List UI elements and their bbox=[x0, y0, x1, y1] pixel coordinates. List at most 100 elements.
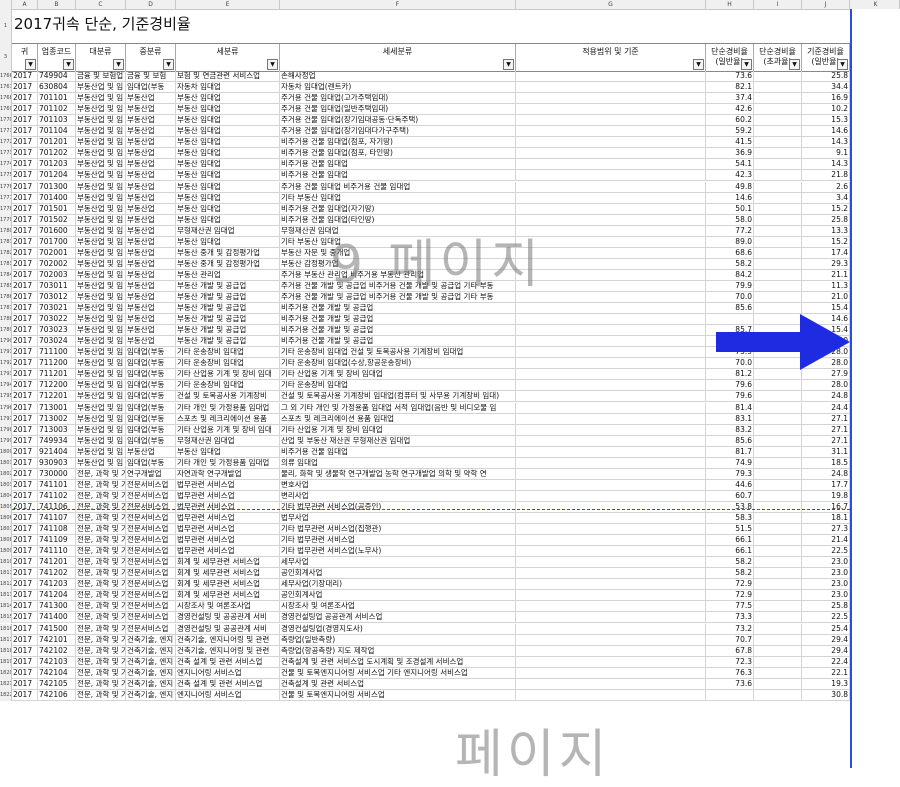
row-number[interactable]: 1812 bbox=[0, 579, 12, 590]
cell-b[interactable] bbox=[754, 612, 802, 622]
cell-minor[interactable]: 부동산 임대업 bbox=[176, 93, 280, 103]
cell-minor[interactable]: 부동산 개발 및 공급업 bbox=[176, 292, 280, 302]
cell-b[interactable] bbox=[754, 657, 802, 667]
cell-c[interactable]: 19.8 bbox=[802, 491, 850, 501]
cell-y[interactable]: 2017 bbox=[12, 535, 38, 545]
cell-scope[interactable] bbox=[516, 303, 706, 313]
cell-scope[interactable] bbox=[516, 568, 706, 578]
cell-c[interactable]: 30.8 bbox=[802, 690, 850, 700]
cell-scope[interactable] bbox=[516, 137, 706, 147]
cell-scope[interactable] bbox=[516, 380, 706, 390]
cell-minor[interactable]: 부동산 임대업 bbox=[176, 193, 280, 203]
cell-code[interactable]: 741107 bbox=[38, 513, 76, 523]
cell-middle[interactable]: 임대업(부동 bbox=[126, 347, 176, 357]
select-all-corner[interactable] bbox=[0, 0, 12, 9]
cell-middle[interactable]: 부동산업 bbox=[126, 314, 176, 324]
cell-y[interactable]: 2017 bbox=[12, 403, 38, 413]
sheet-title[interactable]: 2017귀속 단순, 기준경비율 bbox=[12, 9, 852, 39]
cell-y[interactable]: 2017 bbox=[12, 193, 38, 203]
cell-minor[interactable]: 회계 및 세무관련 서비스업 bbox=[176, 579, 280, 589]
cell-middle[interactable]: 건축기술, 엔지 bbox=[126, 668, 176, 678]
cell-c[interactable]: 16.7 bbox=[802, 502, 850, 512]
cell-middle[interactable]: 건축기술, 엔지 bbox=[126, 657, 176, 667]
cell-c[interactable]: 22.4 bbox=[802, 657, 850, 667]
cell-major[interactable]: 부동산업 및 임 bbox=[76, 259, 126, 269]
cell-c[interactable]: 23.0 bbox=[802, 579, 850, 589]
cell-major[interactable]: 전문, 과학 및 기 bbox=[76, 579, 126, 589]
cell-scope[interactable] bbox=[516, 82, 706, 92]
cell-b[interactable] bbox=[754, 226, 802, 236]
cell-a[interactable]: 58.2 bbox=[706, 557, 754, 567]
cell-detail[interactable]: 비주거용 건물 임대업 bbox=[280, 159, 516, 169]
cell-scope[interactable] bbox=[516, 668, 706, 678]
cell-a[interactable]: 73.6 bbox=[706, 71, 754, 81]
cell-y[interactable]: 2017 bbox=[12, 635, 38, 645]
cell-y[interactable]: 2017 bbox=[12, 480, 38, 490]
cell-a[interactable] bbox=[706, 690, 754, 700]
cell-y[interactable]: 2017 bbox=[12, 82, 38, 92]
row-number[interactable]: 1790 bbox=[0, 336, 12, 347]
cell-y[interactable]: 2017 bbox=[12, 281, 38, 291]
cell-scope[interactable] bbox=[516, 93, 706, 103]
cell-b[interactable] bbox=[754, 148, 802, 158]
cell-middle[interactable]: 부동산업 bbox=[126, 447, 176, 457]
cell-middle[interactable]: 전문서비스업 bbox=[126, 491, 176, 501]
row-number[interactable]: 1813 bbox=[0, 590, 12, 601]
cell-code[interactable]: 930903 bbox=[38, 458, 76, 468]
cell-code[interactable]: 701700 bbox=[38, 237, 76, 247]
cell-y[interactable]: 2017 bbox=[12, 491, 38, 501]
cell-b[interactable] bbox=[754, 204, 802, 214]
cell-y[interactable]: 2017 bbox=[12, 447, 38, 457]
cell-y[interactable]: 2017 bbox=[12, 93, 38, 103]
cell-c[interactable]: 22.1 bbox=[802, 668, 850, 678]
cell-y[interactable]: 2017 bbox=[12, 679, 38, 689]
cell-code[interactable]: 711201 bbox=[38, 369, 76, 379]
cell-middle[interactable]: 건축기술, 엔지 bbox=[126, 679, 176, 689]
header-scope[interactable]: 적용범위 및 기준 ▼ bbox=[516, 44, 706, 71]
header-code[interactable]: 업종코드 ▼ bbox=[38, 44, 76, 71]
cell-detail[interactable]: 건축설계 및 관련 서비스업 도시계획 및 조경설계 서비스업 bbox=[280, 657, 516, 667]
cell-a[interactable]: 14.6 bbox=[706, 193, 754, 203]
cell-minor[interactable]: 부동산 임대업 bbox=[176, 115, 280, 125]
cell-scope[interactable] bbox=[516, 193, 706, 203]
cell-a[interactable]: 72.9 bbox=[706, 590, 754, 600]
cell-a[interactable]: 76.3 bbox=[706, 668, 754, 678]
cell-middle[interactable]: 부동산업 bbox=[126, 126, 176, 136]
cell-c[interactable]: 14.6 bbox=[802, 126, 850, 136]
cell-y[interactable]: 2017 bbox=[12, 270, 38, 280]
cell-middle[interactable]: 부동산업 bbox=[126, 292, 176, 302]
cell-c[interactable]: 15.2 bbox=[802, 204, 850, 214]
cell-c[interactable]: 23.0 bbox=[802, 557, 850, 567]
empty-column-area[interactable] bbox=[852, 9, 900, 768]
cell-minor[interactable]: 부동산 개발 및 공급업 bbox=[176, 336, 280, 346]
row-number-1[interactable]: 1 bbox=[0, 9, 12, 43]
cell-major[interactable]: 부동산업 및 임 bbox=[76, 93, 126, 103]
cell-b[interactable] bbox=[754, 480, 802, 490]
cell-detail[interactable]: 의류 임대업 bbox=[280, 458, 516, 468]
cell-middle[interactable]: 전문서비스업 bbox=[126, 535, 176, 545]
cell-a[interactable]: 37.4 bbox=[706, 93, 754, 103]
cell-minor[interactable]: 건설 및 토목공사용 기계장비 bbox=[176, 391, 280, 401]
cell-b[interactable] bbox=[754, 646, 802, 656]
cell-c[interactable]: 14.3 bbox=[802, 137, 850, 147]
cell-y[interactable]: 2017 bbox=[12, 71, 38, 81]
cell-b[interactable] bbox=[754, 380, 802, 390]
cell-major[interactable]: 전문, 과학 및 기 bbox=[76, 679, 126, 689]
col-letter-c[interactable]: C bbox=[76, 0, 126, 9]
cell-a[interactable]: 70.0 bbox=[706, 292, 754, 302]
cell-scope[interactable] bbox=[516, 358, 706, 368]
cell-a[interactable]: 58.0 bbox=[706, 215, 754, 225]
cell-major[interactable]: 전문, 과학 및 기 bbox=[76, 601, 126, 611]
cell-middle[interactable]: 전문서비스업 bbox=[126, 624, 176, 634]
cell-code[interactable]: 701103 bbox=[38, 115, 76, 125]
cell-y[interactable]: 2017 bbox=[12, 436, 38, 446]
cell-major[interactable]: 부동산업 및 임 bbox=[76, 159, 126, 169]
cell-middle[interactable]: 전문서비스업 bbox=[126, 557, 176, 567]
cell-major[interactable]: 부동산업 및 임 bbox=[76, 403, 126, 413]
cell-detail[interactable]: 공인회계사업 bbox=[280, 568, 516, 578]
cell-b[interactable] bbox=[754, 414, 802, 424]
cell-code[interactable]: 701501 bbox=[38, 204, 76, 214]
cell-minor[interactable]: 부동산 임대업 bbox=[176, 126, 280, 136]
cell-y[interactable]: 2017 bbox=[12, 524, 38, 534]
cell-minor[interactable]: 법무관련 서비스업 bbox=[176, 524, 280, 534]
